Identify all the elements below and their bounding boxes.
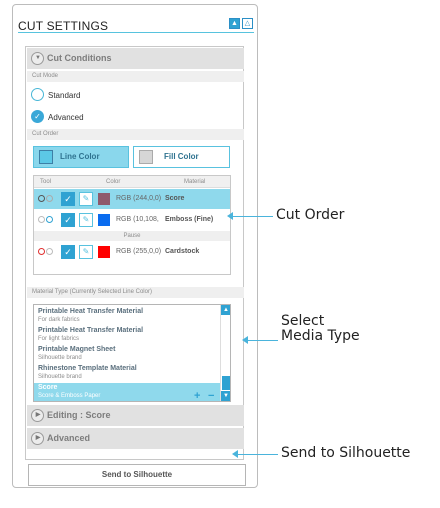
- material-column-header: Material: [184, 179, 206, 185]
- material-name: Rhinestone Template Material: [38, 365, 137, 372]
- material-name: Printable Heat Transfer Material: [38, 327, 144, 334]
- chevron-right-icon: ▶: [31, 409, 44, 422]
- color-swatch: [98, 193, 110, 205]
- list-item-selected[interactable]: Score Score & Emboss Paper: [34, 383, 221, 401]
- table-row[interactable]: ✓ ✎ RGB (244,0,0) Score: [34, 189, 230, 209]
- material-desc: Silhouette brand: [38, 374, 82, 380]
- callout-line: [238, 454, 278, 455]
- enable-checkbox[interactable]: ✓: [61, 213, 75, 227]
- chevron-right-icon: ▶: [31, 432, 44, 445]
- color-swatch: [98, 246, 110, 258]
- material-name: Printable Heat Transfer Material: [38, 308, 144, 315]
- chevron-down-icon: ▼: [31, 52, 44, 65]
- tool-dot-icon: [38, 248, 45, 255]
- list-item[interactable]: Printable Heat Transfer Material For lig…: [34, 326, 221, 343]
- color-swatch: [98, 214, 110, 226]
- panel-title: CUT SETTINGS: [18, 19, 109, 33]
- advanced-title: Advanced: [47, 433, 91, 443]
- advanced-header[interactable]: ▶ Advanced: [27, 428, 244, 449]
- list-item[interactable]: Rhinestone Template Material Silhouette …: [34, 364, 221, 381]
- color-column-header: Color: [106, 179, 121, 185]
- fill-color-icon: [139, 150, 153, 164]
- pen-icon[interactable]: ✎: [79, 192, 93, 206]
- enable-checkbox[interactable]: ✓: [61, 192, 75, 206]
- line-color-label: Line Color: [60, 152, 100, 161]
- material-type-list[interactable]: Printable Heat Transfer Material For dar…: [33, 304, 231, 402]
- move-down-icon[interactable]: △: [242, 18, 253, 29]
- line-color-icon: [39, 150, 53, 164]
- callout-line: [233, 216, 273, 217]
- cut-order-callout: Cut Order: [276, 207, 345, 223]
- tool-column-header: Tool: [40, 179, 52, 185]
- scroll-thumb[interactable]: [222, 376, 230, 390]
- panel-header: CUT SETTINGS ▲ △: [18, 17, 254, 33]
- select-media-type-callout: Select Media Type: [281, 314, 360, 344]
- pen-icon[interactable]: ✎: [79, 213, 93, 227]
- editing-title: Editing : Score: [47, 410, 111, 420]
- pause-divider: Pause: [34, 231, 230, 241]
- table-row[interactable]: ✓ ✎ RGB (10,108, Emboss (Fine): [34, 210, 230, 230]
- rgb-value: RGB (255,0,0): [116, 248, 162, 255]
- callout-line: [248, 340, 278, 341]
- radio-advanced[interactable]: ✓: [31, 110, 44, 123]
- material-desc: For light fabrics: [38, 336, 80, 342]
- cut-order-label: Cut Order: [27, 129, 244, 140]
- material-value: Cardstock: [165, 248, 200, 255]
- material-desc: For dark fabrics: [38, 317, 80, 323]
- settings-content: ▼ Cut Conditions Cut Mode Standard ✓ Adv…: [25, 46, 244, 460]
- advanced-label: Advanced: [48, 113, 84, 122]
- callout-line-1: Select: [281, 313, 325, 329]
- table-header: Tool Color Material: [34, 176, 230, 188]
- tool-dot-icon: [46, 216, 53, 223]
- tool-dot-icon: [46, 248, 53, 255]
- fill-color-button[interactable]: Fill Color: [133, 146, 230, 168]
- editing-header[interactable]: ▶ Editing : Score: [27, 405, 244, 426]
- remove-material-button[interactable]: −: [208, 391, 214, 402]
- rgb-value: RGB (244,0,0): [116, 195, 162, 202]
- material-value: Score: [165, 195, 185, 202]
- scroll-down-icon[interactable]: ▼: [221, 391, 230, 401]
- send-callout: Send to Silhouette: [281, 445, 411, 461]
- tool-dot-icon: [38, 195, 45, 202]
- add-material-button[interactable]: +: [194, 391, 200, 402]
- fill-color-label: Fill Color: [164, 152, 199, 161]
- pen-icon[interactable]: ✎: [79, 245, 93, 259]
- scroll-up-icon[interactable]: ▲: [221, 305, 230, 315]
- rgb-value: RGB (10,108,: [116, 216, 159, 223]
- standard-label: Standard: [48, 91, 81, 100]
- list-item[interactable]: Printable Magnet Sheet Silhouette brand: [34, 345, 221, 362]
- material-value: Emboss (Fine): [165, 216, 214, 223]
- list-item[interactable]: Printable Heat Transfer Material For dar…: [34, 307, 221, 324]
- scrollbar[interactable]: ▲ ▼: [220, 305, 230, 401]
- material-name: Printable Magnet Sheet: [38, 346, 116, 353]
- cut-conditions-header[interactable]: ▼ Cut Conditions: [27, 48, 244, 69]
- tool-dot-icon: [38, 216, 45, 223]
- callout-line-2: Media Type: [281, 328, 360, 344]
- material-desc: Silhouette brand: [38, 355, 82, 361]
- line-color-button[interactable]: Line Color: [33, 146, 129, 168]
- table-row[interactable]: ✓ ✎ RGB (255,0,0) Cardstock: [34, 242, 230, 262]
- radio-standard[interactable]: [31, 88, 44, 101]
- send-to-silhouette-button[interactable]: Send to Silhouette: [28, 464, 246, 486]
- cut-order-table: Tool Color Material ✓ ✎ RGB (244,0,0) Sc…: [33, 175, 231, 275]
- move-up-icon[interactable]: ▲: [229, 18, 240, 29]
- enable-checkbox[interactable]: ✓: [61, 245, 75, 259]
- cut-conditions-title: Cut Conditions: [47, 53, 112, 63]
- material-type-label: Material Type (Currently Selected Line C…: [27, 287, 244, 298]
- tool-dot-icon: [46, 195, 53, 202]
- cut-mode-label: Cut Mode: [27, 71, 244, 82]
